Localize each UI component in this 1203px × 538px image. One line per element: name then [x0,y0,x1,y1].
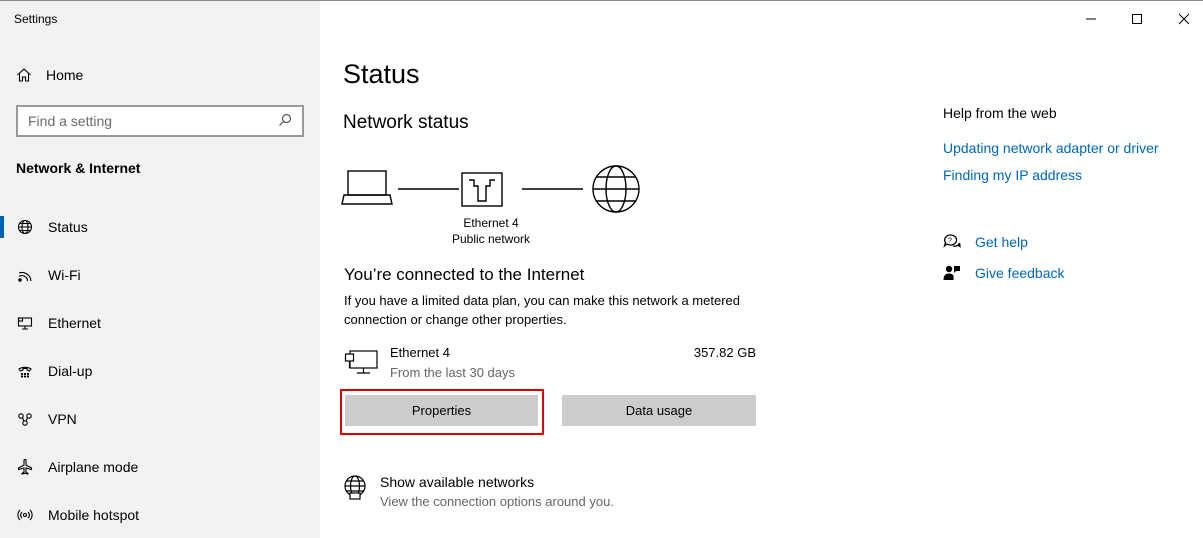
feedback-icon [943,265,960,280]
sidebar-item-wifi[interactable]: Wi-Fi [0,251,320,299]
usage-amount: 357.82 GB [693,345,756,360]
sidebar-item-label: Airplane mode [48,459,139,475]
sidebar-item-label: Dial-up [48,363,93,379]
network-status-heading: Network status [343,112,469,133]
adapter-label: Ethernet 4 Public network [440,215,542,247]
search-box[interactable] [16,105,304,137]
page-title: Status [343,59,420,89]
maximize-button[interactable] [1127,9,1147,29]
sidebar-item-label: Mobile hotspot [48,507,140,523]
highlight-box [340,389,544,435]
get-help-link[interactable]: ? Get help [943,233,1028,251]
wifi-icon [17,267,33,283]
internet-globe-icon [592,165,640,213]
sidebar-item-dialup[interactable]: Dial-up [0,347,320,395]
sidebar-item-vpn[interactable]: VPN [0,395,320,443]
vpn-icon [17,411,33,427]
sidebar-item-label: Status [48,219,88,235]
connected-heading: You’re connected to the Internet [344,265,585,284]
data-usage-row: Ethernet 4 From the last 30 days 357.82 … [344,345,756,385]
close-icon [1178,13,1190,25]
maximize-icon [1132,14,1142,24]
help-heading: Help from the web [943,105,1057,121]
airplane-icon [17,458,33,475]
sidebar-item-airplane-mode[interactable]: Airplane mode [0,443,320,491]
laptop-icon [341,170,393,205]
link-find-ip[interactable]: Finding my IP address [943,167,1082,183]
close-button[interactable] [1174,9,1194,29]
dialup-icon [17,363,33,379]
sidebar-item-label: Wi-Fi [48,267,81,283]
svg-text:?: ? [948,238,952,245]
get-help-label: Get help [975,234,1028,250]
ethernet-port-icon [461,172,503,207]
sidebar-item-ethernet[interactable]: Ethernet [0,299,320,347]
data-usage-button[interactable]: Data usage [562,395,756,426]
globe-icon [17,219,33,235]
ethernet-adapter-icon [344,350,378,374]
section-title: Network & Internet [16,160,141,176]
home-label: Home [46,67,84,83]
hotspot-icon [17,507,33,523]
ethernet-icon [17,315,33,331]
search-icon[interactable] [278,113,294,129]
show-networks-subtitle: View the connection options around you. [380,494,614,509]
minimize-button[interactable] [1081,9,1101,29]
give-feedback-label: Give feedback [975,265,1065,281]
give-feedback-link[interactable]: Give feedback [943,264,1065,282]
globe-network-icon [344,475,366,500]
network-type: Public network [451,232,531,246]
sidebar: Settings Home Network & Internet [0,1,320,538]
sidebar-nav: Status Wi-Fi Ethernet Dial-up VPN Airpla… [0,203,320,538]
sidebar-item-label: Ethernet [48,315,101,331]
sidebar-item-home[interactable]: Home [16,63,83,87]
minimize-icon [1086,18,1096,20]
chat-help-icon: ? [943,234,961,248]
link-update-adapter[interactable]: Updating network adapter or driver [943,140,1159,156]
show-networks-title: Show available networks [380,474,535,490]
sidebar-item-label: VPN [48,411,77,427]
usage-adapter-name: Ethernet 4 [390,345,450,360]
sidebar-item-status[interactable]: Status [0,203,320,251]
app-title: Settings [14,12,58,26]
home-icon [16,67,32,83]
search-input[interactable] [28,113,268,129]
usage-period: From the last 30 days [390,365,515,380]
settings-window: Settings Home Network & Internet [0,0,1203,538]
connected-description: If you have a limited data plan, you can… [344,293,740,327]
adapter-name: Ethernet 4 [463,216,519,230]
sidebar-item-mobile-hotspot[interactable]: Mobile hotspot [0,491,320,538]
